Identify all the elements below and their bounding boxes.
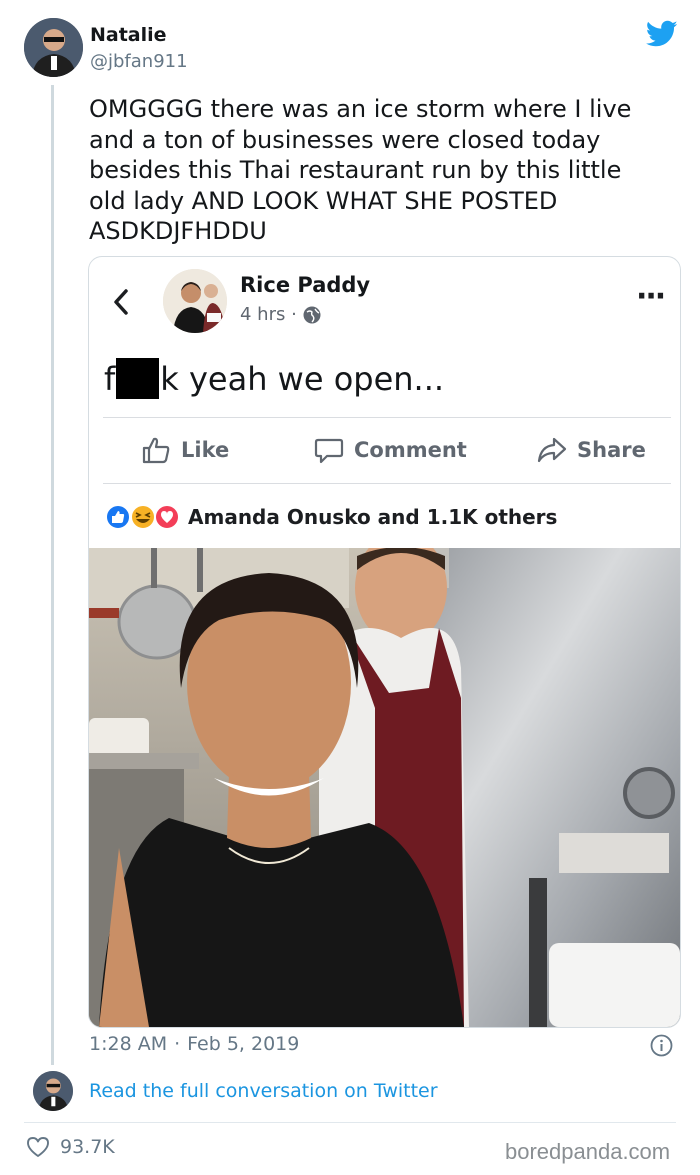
share-icon	[537, 435, 567, 465]
like-label: Like	[181, 438, 230, 462]
tweet-timestamp[interactable]: 1:28 AM · Feb 5, 2019	[89, 1033, 299, 1055]
divider	[103, 483, 671, 484]
back-chevron-icon[interactable]	[111, 287, 131, 317]
read-conversation-link[interactable]: Read the full conversation on Twitter	[89, 1080, 438, 1102]
page-avatar[interactable]	[163, 269, 227, 333]
media-card[interactable]: Rice Paddy 4 hrs · ··· f k yeah we open.…	[88, 256, 681, 1028]
author-handle[interactable]: @jbfan911	[90, 51, 188, 72]
tweet-text-line: OMGGGG there was an ice storm where I li…	[89, 95, 632, 123]
tweet-date: Feb 5, 2019	[187, 1033, 300, 1055]
globe-icon	[303, 306, 321, 324]
tweet-separator: ·	[174, 1033, 181, 1055]
comment-icon	[314, 435, 344, 465]
info-icon[interactable]	[650, 1034, 673, 1057]
tweet-text-line: ASDKDJFHDDU	[89, 217, 267, 245]
tweet-text-line: besides this Thai restaurant run by this…	[89, 156, 622, 184]
censor-bar	[116, 358, 160, 399]
thumbs-up-icon	[141, 435, 171, 465]
footer-divider	[24, 1122, 676, 1123]
post-photo[interactable]	[89, 532, 680, 1027]
post-text-end: k yeah we open...	[160, 359, 445, 398]
page-name[interactable]: Rice Paddy	[240, 273, 370, 297]
tweet-text-line: and a ton of businesses were closed toda…	[89, 125, 601, 154]
author-avatar-small[interactable]	[33, 1071, 73, 1111]
post-text-start: f	[104, 359, 116, 398]
reaction-icons[interactable]	[103, 503, 183, 531]
watermark: boredpanda.com	[505, 1139, 671, 1164]
share-label: Share	[577, 438, 646, 462]
author-name[interactable]: Natalie	[90, 24, 167, 46]
tweet-text-line: old lady AND LOOK WHAT SHE POSTED	[89, 186, 558, 215]
comment-label: Comment	[354, 438, 467, 462]
twitter-bird-icon[interactable]	[645, 20, 678, 48]
like-action[interactable]: 93.7K	[26, 1136, 115, 1158]
post-text: f k yeah we open...	[104, 358, 444, 399]
divider	[103, 417, 671, 418]
tweet-time: 1:28 AM	[89, 1033, 168, 1055]
like-button[interactable]: Like	[141, 435, 229, 465]
comment-button[interactable]: Comment	[314, 435, 467, 465]
author-avatar[interactable]	[24, 18, 83, 77]
thread-line	[51, 85, 54, 1065]
post-age: 4 hrs ·	[240, 304, 321, 325]
more-options-icon[interactable]: ···	[636, 279, 666, 314]
post-age-text: 4 hrs ·	[240, 304, 297, 325]
tweet-text: OMGGGG there was an ice storm where I li…	[89, 94, 689, 247]
like-count: 93.7K	[60, 1136, 115, 1158]
reactions-summary[interactable]: Amanda Onusko and 1.1K others	[188, 505, 557, 529]
share-button[interactable]: Share	[537, 435, 646, 465]
heart-icon	[26, 1136, 50, 1158]
